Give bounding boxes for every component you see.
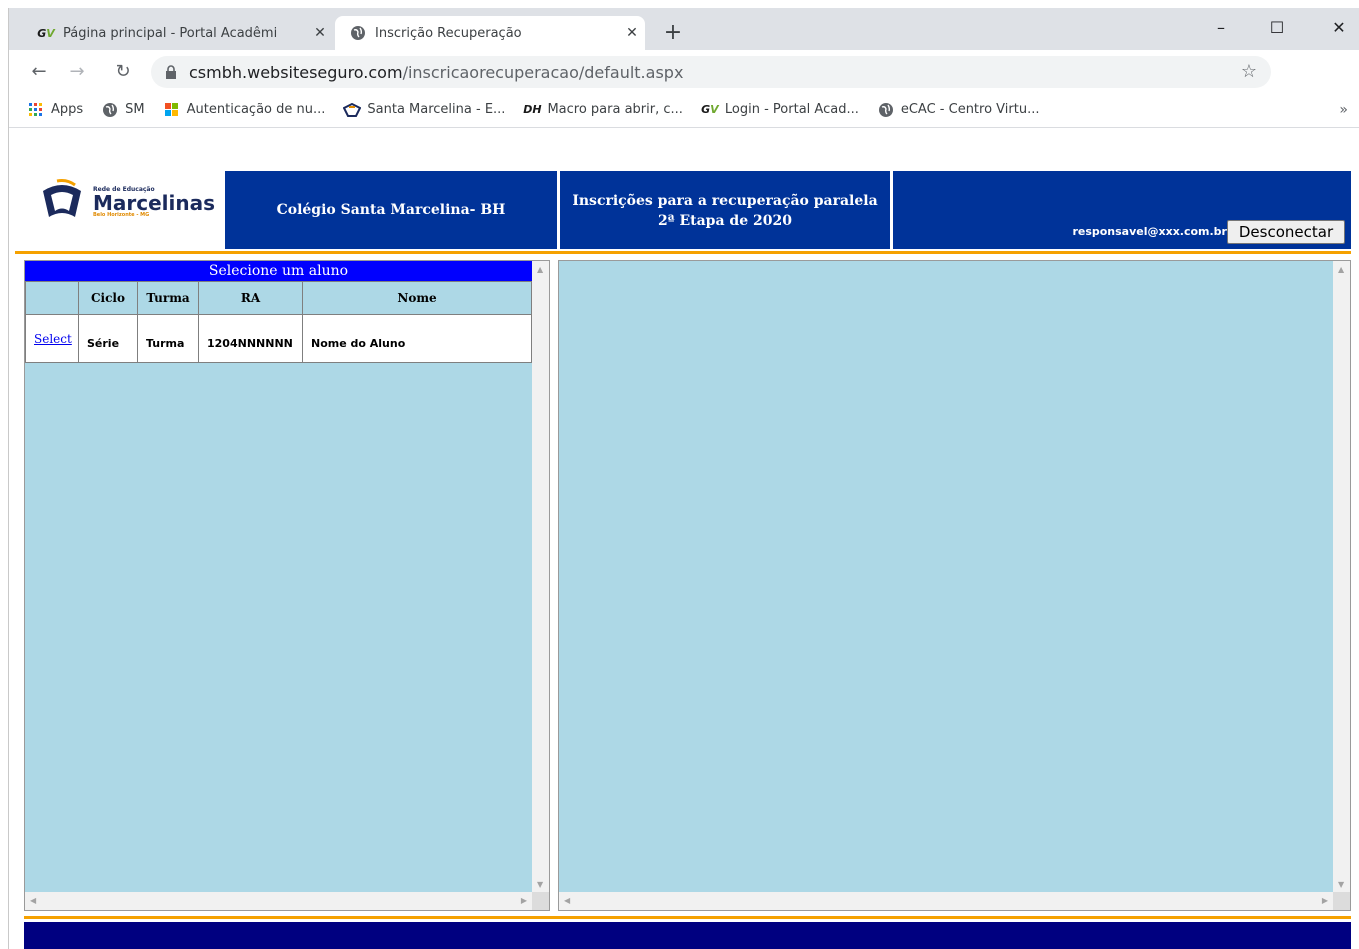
table-header-row: Ciclo Turma RA Nome — [25, 281, 532, 315]
page-footer — [24, 922, 1351, 949]
globe-icon — [101, 102, 119, 118]
logo-text: Rede de Educação Marcelinas Belo Horizon… — [93, 186, 216, 218]
students-table: Ciclo Turma RA Nome Select Série Turma 1… — [25, 281, 532, 363]
bookmark-label: Santa Marcelina - E... — [367, 102, 506, 117]
url-host: csmbh.websiteseguro.com — [189, 62, 403, 82]
bookmark-login-portal[interactable]: GV Login - Portal Acad... — [701, 102, 859, 118]
back-arrow-icon[interactable]: ← — [25, 58, 53, 86]
horizontal-scrollbar[interactable]: ◀ ▶ — [25, 892, 532, 910]
browser-toolbar: ← → ↻ csmbh.websiteseguro.com/inscricaor… — [9, 50, 1359, 92]
bookmark-ecac[interactable]: eCAC - Centro Virtu... — [877, 102, 1040, 118]
school-name: Colégio Santa Marcelina- BH — [225, 171, 557, 249]
scroll-left-icon[interactable]: ◀ — [564, 896, 570, 905]
table-row: Select Série Turma 1204NNNNNN Nome do Al… — [25, 314, 532, 363]
column-header — [25, 281, 79, 315]
scrollbar-corner — [1333, 892, 1350, 910]
apps-grid-icon — [27, 102, 45, 118]
tab-portal-academico[interactable]: GV Página principal - Portal Acadêmi ✕ — [23, 16, 333, 50]
tab-inscricao-recuperacao[interactable]: Inscrição Recuperação ✕ — [335, 16, 645, 50]
page-title: Inscrições para a recuperação paralela 2… — [560, 171, 890, 249]
scroll-up-icon[interactable]: ▲ — [1338, 265, 1344, 274]
user-panel: responsavel@xxx.com.br Desconectar — [893, 171, 1351, 249]
select-cell: Select — [25, 314, 79, 363]
scrollbar-corner — [532, 892, 549, 910]
bookmark-macro[interactable]: DH Macro para abrir, c... — [523, 102, 683, 118]
close-icon[interactable]: ✕ — [307, 25, 333, 41]
scroll-up-icon[interactable]: ▲ — [537, 265, 543, 274]
globe-icon — [877, 102, 895, 118]
gv-logo-icon: GV — [701, 103, 719, 116]
lock-icon — [165, 65, 179, 79]
globe-icon — [349, 25, 367, 41]
tab-title: Inscrição Recuperação — [375, 25, 522, 41]
column-header: RA — [198, 281, 303, 315]
bookmark-label: eCAC - Centro Virtu... — [900, 102, 1040, 117]
gv-logo-icon: GV — [37, 26, 55, 40]
tab-title: Página principal - Portal Acadêmi — [63, 25, 278, 41]
microsoft-logo-icon — [163, 102, 181, 118]
bookmark-label: Apps — [51, 102, 84, 117]
marcelinas-logo-icon — [37, 177, 87, 227]
close-icon[interactable]: ✕ — [619, 25, 645, 41]
scroll-down-icon[interactable]: ▼ — [1338, 880, 1344, 889]
logout-button[interactable]: Desconectar — [1227, 220, 1345, 244]
details-frame: ▲ ▼ ◀ ▶ — [558, 260, 1351, 911]
bookmark-santa-marcelina[interactable]: Santa Marcelina - E... — [343, 102, 505, 118]
new-tab-button[interactable]: + — [659, 22, 687, 46]
header-divider — [15, 251, 1351, 254]
bookmark-label: SM — [125, 102, 145, 117]
bookmark-apps[interactable]: Apps — [27, 102, 83, 118]
ciclo-cell: Série — [78, 314, 138, 363]
scroll-right-icon[interactable]: ▶ — [1322, 896, 1328, 905]
column-header: Nome — [302, 281, 532, 315]
star-logo-icon — [343, 102, 362, 118]
bookmark-label: Autenticação de nu... — [186, 102, 326, 117]
column-header: Turma — [137, 281, 199, 315]
school-logo: Rede de Educação Marcelinas Belo Horizon… — [15, 162, 217, 242]
dh-logo-icon: DH — [523, 103, 542, 116]
vertical-scrollbar[interactable]: ▲ ▼ — [532, 261, 549, 893]
close-window-button[interactable]: ✕ — [1319, 18, 1359, 42]
maximize-button[interactable]: ☐ — [1257, 18, 1297, 42]
forward-arrow-icon[interactable]: → — [63, 58, 91, 86]
tab-strip: GV Página principal - Portal Acadêmi ✕ I… — [9, 8, 1359, 50]
scroll-down-icon[interactable]: ▼ — [537, 880, 543, 889]
logo-brand-label: Marcelinas — [93, 190, 216, 215]
student-list-frame: Selecione um aluno Ciclo Turma RA Nome S… — [24, 260, 550, 911]
url-path: /inscricaorecuperacao/default.aspx — [402, 62, 684, 82]
reload-icon[interactable]: ↻ — [109, 58, 137, 86]
bookmark-label: Macro para abrir, c... — [547, 102, 683, 117]
user-email: responsavel@xxx.com.br — [1072, 225, 1227, 238]
vertical-scrollbar[interactable]: ▲ ▼ — [1333, 261, 1350, 893]
scroll-right-icon[interactable]: ▶ — [521, 896, 527, 905]
address-bar[interactable]: csmbh.websiteseguro.com/inscricaorecuper… — [151, 56, 1271, 88]
bookmark-label: Login - Portal Acad... — [724, 102, 859, 117]
select-student-link[interactable]: Select — [34, 332, 72, 346]
page-content: Rede de Educação Marcelinas Belo Horizon… — [15, 162, 1351, 949]
bookmark-sm[interactable]: SM — [101, 102, 145, 118]
ra-cell: 1204NNNNNN — [198, 314, 303, 363]
bookmarks-bar: Apps SM Autenticação de nu... Santa Marc… — [9, 92, 1359, 128]
grid-caption: Selecione um aluno — [25, 261, 532, 281]
page-title-line1: Inscrições para a recuperação paralela — [572, 193, 878, 209]
nome-cell: Nome do Aluno — [302, 314, 532, 363]
horizontal-scrollbar[interactable]: ◀ ▶ — [559, 892, 1333, 910]
bookmark-star-icon[interactable]: ☆ — [1241, 61, 1257, 82]
page-title-line2: 2ª Etapa de 2020 — [658, 213, 792, 229]
turma-cell: Turma — [137, 314, 199, 363]
bookmarks-overflow-button[interactable]: » — [1339, 102, 1348, 118]
footer-divider — [24, 916, 1351, 919]
minimize-button[interactable]: – — [1201, 18, 1241, 42]
bookmark-autenticacao[interactable]: Autenticação de nu... — [163, 102, 326, 118]
column-header: Ciclo — [78, 281, 138, 315]
scroll-left-icon[interactable]: ◀ — [30, 896, 36, 905]
page-header: Rede de Educação Marcelinas Belo Horizon… — [15, 162, 1351, 249]
